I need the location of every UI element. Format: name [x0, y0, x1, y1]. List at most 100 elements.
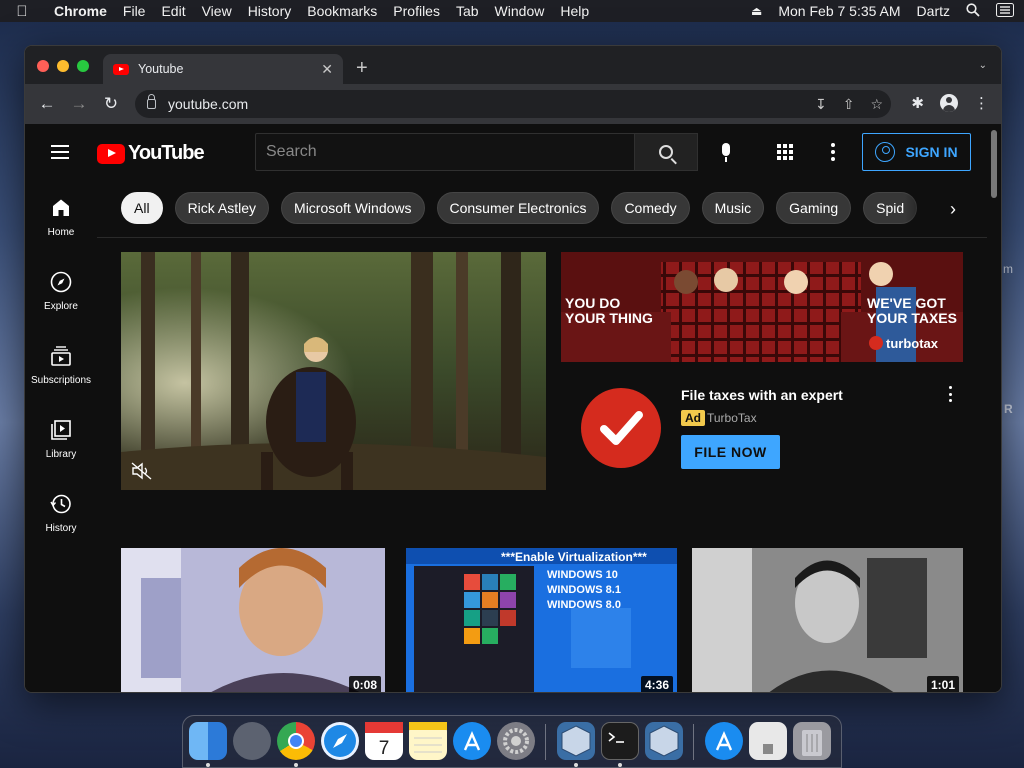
page-scrollbar[interactable] [989, 128, 999, 688]
install-app-icon[interactable]: ↧ [815, 96, 827, 113]
system-preferences-gear-icon[interactable] [497, 722, 535, 760]
share-icon[interactable]: ⇧ [843, 96, 855, 113]
menu-edit[interactable]: Edit [153, 3, 193, 19]
chip-all[interactable]: All [121, 192, 163, 224]
settings-more-icon[interactable] [831, 143, 835, 161]
tab-title: Youtube [138, 62, 184, 76]
spotlight-search-icon[interactable] [966, 2, 980, 20]
turbotax-logo[interactable] [581, 388, 661, 468]
ad-banner-image[interactable]: YOU DO YOUR THING WE'VE GOT YOUR TAXES t… [561, 252, 963, 362]
ad-badge: Ad [681, 410, 705, 426]
launchpad-rocket-icon[interactable] [233, 722, 271, 760]
virtualbox-vm-icon[interactable] [645, 722, 683, 760]
forward-button[interactable]: → [69, 94, 89, 114]
youtube-favicon-icon [113, 63, 129, 75]
muted-volume-icon[interactable] [131, 462, 153, 480]
menu-file[interactable]: File [115, 3, 154, 19]
youtube-page: YouTube Search SIGN IN Home Explore Subs… [25, 124, 1001, 692]
menu-app-chrome[interactable]: Chrome [44, 3, 115, 19]
bookmark-star-icon[interactable]: ☆ [870, 96, 883, 113]
menu-history[interactable]: History [240, 3, 300, 19]
eject-icon[interactable]: ⏏ [751, 4, 762, 18]
window-controls [37, 60, 89, 72]
chip-gaming[interactable]: Gaming [776, 192, 852, 224]
account-circle-icon [875, 142, 896, 162]
featured-video-thumbnail [121, 252, 546, 490]
sidebar-item-home[interactable]: Home [25, 180, 97, 254]
url-text[interactable]: youtube.com [168, 96, 248, 112]
close-window-button[interactable] [37, 60, 49, 72]
menu-tab[interactable]: Tab [448, 3, 487, 19]
home-icon [49, 196, 73, 220]
voice-search-mic-icon[interactable] [719, 143, 733, 163]
thumbnail-line: WINDOWS 8.0 [547, 599, 621, 611]
virtualbox-icon[interactable] [557, 722, 595, 760]
finder-icon[interactable] [189, 722, 227, 760]
sidebar-item-subscriptions[interactable]: Subscriptions [25, 328, 97, 402]
menu-bookmarks[interactable]: Bookmarks [299, 3, 385, 19]
extensions-puzzle-icon[interactable]: ✱ [911, 94, 924, 112]
chip-consumer-electronics[interactable]: Consumer Electronics [436, 192, 600, 224]
ad-title[interactable]: File taxes with an expert [681, 387, 843, 403]
new-tab-button[interactable]: + [356, 57, 368, 80]
video-thumbnail[interactable]: 1:01 [692, 548, 963, 692]
thumbnail-line: WINDOWS 8.1 [547, 584, 621, 596]
app-store-downloads-icon[interactable] [705, 722, 743, 760]
chip-rick-astley[interactable]: Rick Astley [174, 192, 270, 224]
video-thumbnail-image [121, 548, 385, 692]
chrome-menu-icon[interactable]: ⋮ [974, 94, 989, 112]
youtube-apps-grid-icon[interactable] [777, 144, 793, 160]
chip-microsoft-windows[interactable]: Microsoft Windows [281, 192, 425, 224]
search-input[interactable]: Search [255, 133, 635, 171]
menubar-user[interactable]: Dartz [917, 3, 950, 19]
fullscreen-window-button[interactable] [77, 60, 89, 72]
terminal-icon[interactable] [601, 722, 639, 760]
lock-icon[interactable] [147, 94, 156, 109]
sidebar-item-library[interactable]: Library [25, 402, 97, 476]
notes-icon[interactable] [409, 722, 447, 760]
ad-banner-left-text-line1: YOU DO [565, 295, 620, 311]
chip-comedy[interactable]: Comedy [611, 192, 690, 224]
search-button[interactable] [634, 133, 698, 171]
menu-view[interactable]: View [194, 3, 240, 19]
menu-help[interactable]: Help [552, 3, 597, 19]
sign-in-label: SIGN IN [905, 144, 958, 160]
safari-compass-icon[interactable] [321, 722, 359, 760]
video-thumbnail[interactable]: 0:08 [121, 548, 385, 692]
sidebar-item-history[interactable]: History [25, 476, 97, 550]
chip-music[interactable]: Music [701, 192, 765, 224]
address-bar[interactable]: youtube.com ↧ ⇧ ☆ [135, 90, 891, 118]
macos-dock: 7 [182, 715, 842, 768]
menu-profiles[interactable]: Profiles [385, 3, 448, 19]
ad-advertiser[interactable]: TurboTax [707, 411, 757, 425]
thumbnail-line: WINDOWS 10 [547, 569, 618, 581]
video-thumbnail[interactable]: ***Enable Virtualization*** WINDOWS 10 W… [406, 548, 677, 692]
trash-icon[interactable] [793, 722, 831, 760]
document-file-icon[interactable] [749, 722, 787, 760]
chevron-right-icon[interactable]: › [950, 199, 956, 220]
back-button[interactable]: ← [37, 94, 57, 114]
sidebar-item-label: Home [47, 227, 75, 238]
calendar-icon[interactable]: 7 [365, 722, 403, 760]
sidebar-item-explore[interactable]: Explore [25, 254, 97, 328]
file-now-button[interactable]: FILE NOW [681, 435, 780, 469]
reload-button[interactable]: ↻ [101, 94, 121, 114]
sidebar-item-label: Explore [44, 301, 78, 312]
sign-in-button[interactable]: SIGN IN [862, 133, 971, 171]
tab-search-chevron-icon[interactable]: ⌄ [979, 60, 987, 71]
menubar-datetime[interactable]: Mon Feb 7 5:35 AM [778, 3, 900, 19]
chrome-icon[interactable] [277, 722, 315, 760]
featured-video-player[interactable] [121, 252, 546, 490]
control-center-icon[interactable] [996, 2, 1014, 20]
guide-menu-icon[interactable] [51, 145, 69, 159]
apple-menu-icon[interactable]:  [0, 3, 44, 20]
tab-youtube[interactable]: Youtube ✕ [103, 54, 343, 84]
menu-window[interactable]: Window [487, 3, 553, 19]
app-store-icon[interactable] [453, 722, 491, 760]
ad-more-options-icon[interactable] [949, 386, 953, 402]
tab-close-icon[interactable]: ✕ [321, 61, 333, 78]
minimize-window-button[interactable] [57, 60, 69, 72]
profile-avatar-icon[interactable] [940, 94, 958, 112]
video-duration-badge: 0:08 [348, 676, 381, 692]
youtube-logo[interactable]: YouTube [97, 142, 205, 165]
